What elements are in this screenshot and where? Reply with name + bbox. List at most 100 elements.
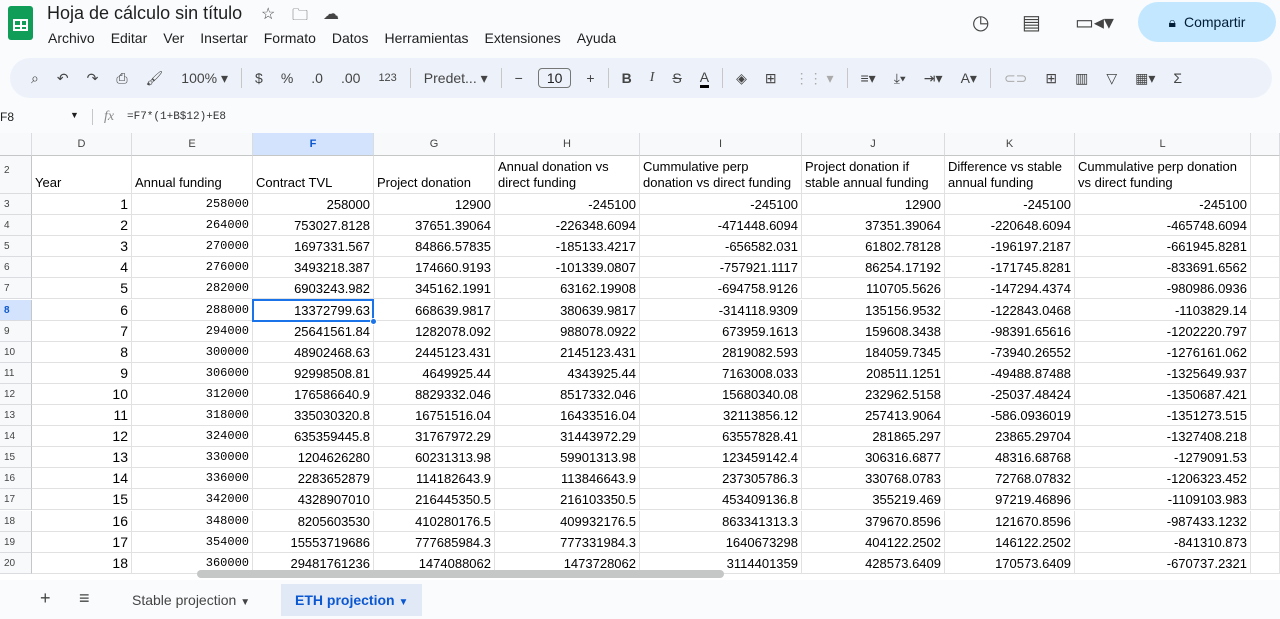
row-header-19[interactable]: 19 bbox=[0, 531, 32, 553]
table-cell[interactable]: 288000 bbox=[132, 299, 253, 321]
currency-button[interactable]: $ bbox=[255, 70, 263, 86]
sheets-logo[interactable] bbox=[8, 6, 33, 40]
table-cell[interactable]: -1279091.53 bbox=[1075, 447, 1251, 469]
table-cell[interactable]: 2145123.431 bbox=[495, 341, 640, 363]
menu-herramientas[interactable]: Herramientas bbox=[384, 30, 476, 46]
column-header-e[interactable]: E bbox=[132, 133, 253, 156]
table-cell[interactable]: 23865.29704 bbox=[945, 426, 1075, 448]
row-header-13[interactable]: 13 bbox=[0, 405, 32, 426]
row-header-8[interactable]: 8 bbox=[0, 299, 32, 321]
empty-cell[interactable] bbox=[1251, 236, 1280, 258]
table-cell[interactable]: 11 bbox=[32, 405, 132, 426]
table-cell[interactable]: 84866.57835 bbox=[374, 236, 495, 258]
column-header-k[interactable]: K bbox=[945, 133, 1075, 156]
row-header-4[interactable]: 4 bbox=[0, 215, 32, 237]
table-cell[interactable]: -1351273.515 bbox=[1075, 405, 1251, 426]
table-cell[interactable]: -980986.0936 bbox=[1075, 278, 1251, 300]
table-cell[interactable]: 13 bbox=[32, 447, 132, 469]
increase-decimals-button[interactable]: .00 bbox=[341, 70, 360, 86]
history-icon[interactable]: ◷ bbox=[972, 10, 989, 35]
table-cell[interactable]: 336000 bbox=[132, 468, 253, 490]
table-cell[interactable]: -1325649.937 bbox=[1075, 362, 1251, 384]
table-cell[interactable]: 281865.297 bbox=[802, 426, 945, 448]
zoom-select[interactable]: 100% ▾ bbox=[181, 70, 228, 87]
table-cell[interactable]: 8829332.046 bbox=[374, 383, 495, 405]
table-cell[interactable]: -245100 bbox=[495, 194, 640, 215]
table-cell[interactable]: 48316.68768 bbox=[945, 447, 1075, 469]
table-cell[interactable]: 48902468.63 bbox=[253, 341, 374, 363]
table-cell[interactable]: 668639.9817 bbox=[374, 299, 495, 321]
tab-eth-projection[interactable]: ETH projection ▼ bbox=[281, 584, 423, 616]
table-cell[interactable]: 330768.0783 bbox=[802, 468, 945, 490]
decrease-decimals-button[interactable]: .0 bbox=[311, 70, 323, 86]
table-cell[interactable]: 306000 bbox=[132, 362, 253, 384]
text-rotation-icon[interactable]: A▾ bbox=[961, 70, 977, 87]
row-header-18[interactable]: 18 bbox=[0, 510, 32, 532]
table-cell[interactable]: -1103829.14 bbox=[1075, 299, 1251, 321]
move-folder-icon[interactable]: 🗀 bbox=[292, 4, 308, 31]
table-cell[interactable]: 379670.8596 bbox=[802, 510, 945, 532]
table-cell[interactable]: 176586640.9 bbox=[253, 383, 374, 405]
all-sheets-icon[interactable]: ≡ bbox=[79, 588, 90, 609]
table-cell[interactable]: -171745.8281 bbox=[945, 257, 1075, 279]
strikethrough-icon[interactable]: S bbox=[672, 70, 681, 86]
table-cell[interactable]: 355219.469 bbox=[802, 489, 945, 511]
table-cell[interactable]: 12900 bbox=[802, 194, 945, 215]
add-sheet-icon[interactable]: + bbox=[40, 588, 51, 609]
table-cell[interactable]: -98391.65616 bbox=[945, 320, 1075, 342]
table-cell[interactable]: 61802.78128 bbox=[802, 236, 945, 258]
table-cell[interactable]: 63162.19908 bbox=[495, 278, 640, 300]
header-cell[interactable]: Year bbox=[32, 156, 132, 194]
empty-cell[interactable] bbox=[1251, 489, 1280, 511]
font-size-input[interactable]: 10 bbox=[537, 68, 572, 88]
table-cell[interactable]: 37651.39064 bbox=[374, 215, 495, 237]
table-cell[interactable]: -465748.6094 bbox=[1075, 215, 1251, 237]
row-header-17[interactable]: 17 bbox=[0, 489, 32, 511]
table-cell[interactable]: 1640673298 bbox=[640, 531, 802, 553]
filter-views-icon[interactable]: ▦▾ bbox=[1135, 70, 1155, 87]
header-cell[interactable]: Annual donation vs direct funding bbox=[495, 156, 640, 194]
empty-cell[interactable] bbox=[1251, 320, 1280, 342]
table-cell[interactable]: 348000 bbox=[132, 510, 253, 532]
table-cell[interactable]: 208511.1251 bbox=[802, 362, 945, 384]
table-cell[interactable]: 345162.1991 bbox=[374, 278, 495, 300]
table-cell[interactable]: 16433516.04 bbox=[495, 405, 640, 426]
table-cell[interactable]: -841310.873 bbox=[1075, 531, 1251, 553]
row-header-7[interactable]: 7 bbox=[0, 278, 32, 300]
spreadsheet-grid[interactable]: D E F G H I J K L 2 Year Annual funding Contract TVL… bbox=[0, 133, 1280, 580]
table-cell[interactable]: 8 bbox=[32, 341, 132, 363]
table-cell[interactable]: 330000 bbox=[132, 447, 253, 469]
row-header-10[interactable]: 10 bbox=[0, 341, 32, 363]
menu-ayuda[interactable]: Ayuda bbox=[577, 30, 624, 46]
menu-datos[interactable]: Datos bbox=[332, 30, 377, 46]
table-cell[interactable]: -1206323.452 bbox=[1075, 468, 1251, 490]
font-size-decrease-button[interactable]: − bbox=[515, 70, 523, 86]
table-cell[interactable]: -1276161.062 bbox=[1075, 341, 1251, 363]
table-cell[interactable]: -220648.6094 bbox=[945, 215, 1075, 237]
table-cell[interactable]: 9 bbox=[32, 362, 132, 384]
table-cell[interactable]: -656582.031 bbox=[640, 236, 802, 258]
table-cell[interactable]: 121670.8596 bbox=[945, 510, 1075, 532]
table-cell[interactable]: 404122.2502 bbox=[802, 531, 945, 553]
table-cell[interactable]: -471448.6094 bbox=[640, 215, 802, 237]
table-cell[interactable]: 1 bbox=[32, 194, 132, 215]
table-cell[interactable]: 270000 bbox=[132, 236, 253, 258]
table-cell[interactable]: -101339.0807 bbox=[495, 257, 640, 279]
text-wrap-icon[interactable]: ⇥▾ bbox=[924, 70, 943, 87]
table-cell[interactable]: 123459142.4 bbox=[640, 447, 802, 469]
table-cell[interactable]: -196197.2187 bbox=[945, 236, 1075, 258]
bold-icon[interactable]: B bbox=[622, 70, 632, 86]
fill-color-icon[interactable]: ◈ bbox=[736, 70, 747, 87]
menu-extensiones[interactable]: Extensiones bbox=[484, 30, 568, 46]
table-cell[interactable]: 216445350.5 bbox=[374, 489, 495, 511]
table-cell[interactable]: 777331984.3 bbox=[495, 531, 640, 553]
empty-cell[interactable] bbox=[1251, 215, 1280, 237]
table-cell[interactable]: 4328907010 bbox=[253, 489, 374, 511]
empty-cell[interactable] bbox=[1251, 257, 1280, 279]
table-cell[interactable]: 1282078.092 bbox=[374, 320, 495, 342]
table-cell[interactable]: 97219.46896 bbox=[945, 489, 1075, 511]
table-cell[interactable]: -694758.9126 bbox=[640, 278, 802, 300]
table-cell[interactable]: 37351.39064 bbox=[802, 215, 945, 237]
formula-input[interactable]: =F7*(1+B$12)+E8 bbox=[127, 111, 226, 123]
comments-icon[interactable]: ▤ bbox=[1022, 10, 1041, 35]
